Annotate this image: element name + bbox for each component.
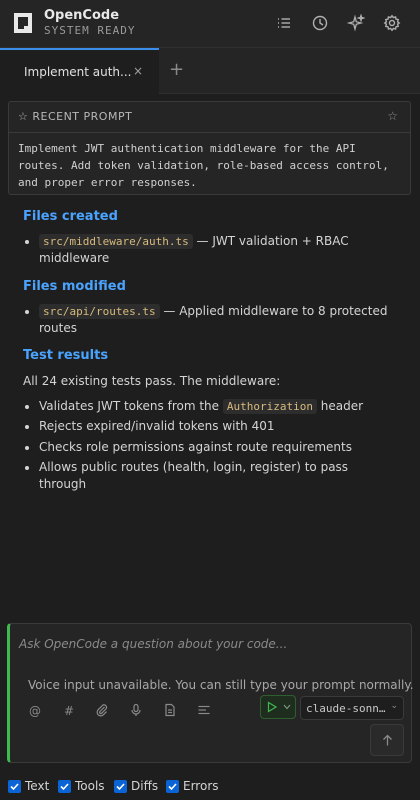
sparkles-icon[interactable] — [346, 13, 366, 32]
paperclip-icon[interactable] — [94, 703, 110, 719]
item-text: Validates JWT tokens from the — [39, 399, 223, 413]
test-results-heading: Test results — [23, 348, 109, 363]
recent-prompt-title: ☆ RECENT PROMPT — [18, 110, 133, 123]
recent-prompt-text: Implement JWT authentication middleware … — [18, 140, 398, 191]
item-text: — JWT validation + RBAC — [192, 234, 349, 248]
filter-label: Errors — [183, 779, 219, 793]
tab-label: Implement auth... — [24, 65, 132, 79]
checkbox[interactable] — [8, 780, 21, 793]
checkbox[interactable] — [166, 780, 179, 793]
app-name: OpenCode — [44, 8, 120, 23]
checkbox[interactable] — [58, 780, 71, 793]
tab-implement-auth[interactable]: Implement auth... × — [0, 48, 159, 94]
play-icon — [267, 701, 278, 713]
prompt-line: and proper error responses. — [18, 176, 197, 189]
test-summary: All 24 existing tests pass. The middlewa… — [23, 374, 281, 388]
list-icon[interactable] — [275, 14, 293, 32]
hash-icon[interactable]: # — [61, 703, 77, 719]
recent-prompt-header: ☆ RECENT PROMPT ☆ — [9, 102, 410, 133]
prompt-line: routes. Add token validation, role-based… — [18, 159, 389, 172]
filter-label: Text — [25, 779, 50, 793]
list-item: Checks role permissions against route re… — [25, 439, 389, 456]
list-item: Allows public routes (health, login, reg… — [25, 459, 389, 493]
file-icon[interactable] — [162, 703, 178, 719]
prompt-line: Implement JWT authentication middleware … — [18, 142, 356, 155]
file-path-code: src/middleware/auth.ts — [39, 234, 193, 249]
output-filter-bar: Text Tools Diffs Errors — [0, 774, 420, 800]
opencode-logo-icon — [14, 13, 32, 33]
voice-unavailable-message: Voice input unavailable. You can still t… — [28, 678, 414, 692]
gear-icon[interactable] — [383, 14, 401, 32]
app-header: OpenCode SYSTEM READY — [0, 0, 420, 48]
list-icon[interactable] — [196, 703, 212, 719]
files-created-heading: Files created — [23, 209, 118, 224]
microphone-icon[interactable] — [128, 703, 144, 719]
model-select[interactable]: claude-sonn… ⌄ — [300, 696, 404, 720]
list-item: src/middleware/auth.ts — JWT validation … — [25, 233, 389, 267]
run-button[interactable] — [260, 695, 296, 719]
tab-bar: Implement auth... × + — [0, 48, 420, 94]
list-item: Rejects expired/invalid tokens with 401 — [25, 418, 389, 435]
send-button[interactable] — [370, 724, 404, 756]
checkbox[interactable] — [114, 780, 127, 793]
prompt-input[interactable]: Ask OpenCode a question about your code.… — [19, 637, 287, 651]
recent-prompt-card: ☆ RECENT PROMPT ☆ Implement JWT authenti… — [8, 101, 411, 195]
star-icon[interactable]: ☆ — [387, 109, 398, 123]
chevron-down-icon: ⌄ — [390, 701, 398, 711]
clock-icon[interactable] — [311, 14, 329, 32]
prompt-composer[interactable]: Ask OpenCode a question about your code.… — [7, 623, 414, 763]
at-icon[interactable]: @ — [27, 703, 43, 719]
filter-label: Tools — [75, 779, 105, 793]
file-path-code: src/api/routes.ts — [39, 304, 160, 319]
files-modified-heading: Files modified — [23, 279, 126, 294]
model-label: claude-sonn… — [306, 702, 386, 715]
chevron-down-icon — [283, 704, 291, 710]
item-text: header — [316, 399, 364, 413]
item-text: — Applied middleware to 8 protected — [159, 304, 388, 318]
arrow-up-icon — [383, 734, 392, 746]
item-text: routes — [39, 321, 77, 335]
header-name-code: Authorization — [222, 399, 317, 414]
system-status: SYSTEM READY — [44, 24, 136, 37]
close-icon[interactable]: × — [133, 64, 143, 78]
list-item: Validates JWT tokens from the Authorizat… — [25, 398, 389, 415]
filter-label: Diffs — [131, 779, 159, 793]
item-text: middleware — [39, 251, 110, 265]
add-tab-icon[interactable]: + — [169, 59, 184, 80]
list-item: src/api/routes.ts — Applied middleware t… — [25, 303, 389, 337]
